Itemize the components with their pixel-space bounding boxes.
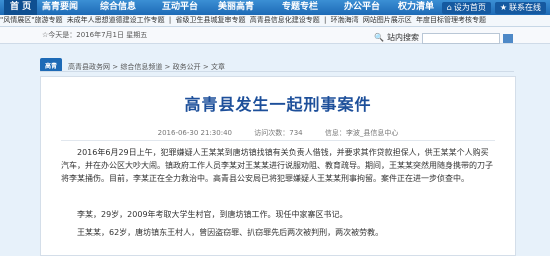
main-navigation-bar: 首 页 高青要闻 综合信息 互动平台 美丽高青 专题专栏 办公平台 权力清单 ⌂… [0, 0, 550, 15]
breadcrumb-text[interactable]: 高青县政务网 > 综合信息频道 > 政务公开 > 文章 [68, 63, 225, 71]
breadcrumb-divider [40, 71, 514, 72]
topic-link[interactable]: 年度目标管理考核专题 [416, 16, 486, 24]
search-submit-button[interactable] [503, 33, 513, 43]
contact-online-label: 联系在线 [509, 2, 541, 12]
article-date: 2016-06-30 21:30:40 [157, 129, 232, 137]
nav-item-interaction[interactable]: 互动平台 [162, 0, 198, 15]
topic-link[interactable]: 高青县信息化建设专题 [250, 16, 320, 24]
topic-link[interactable]: 未成年人思想道德建设工作专题 [67, 16, 165, 24]
topic-separator: | [323, 16, 327, 24]
nav-item-power-list[interactable]: 权力清单 [398, 0, 434, 15]
home-icon: ⌂ [446, 2, 452, 12]
nav-item-topics[interactable]: 专题专栏 [282, 0, 318, 15]
article-panel: 高青县发生一起刑事案件 2016-06-30 21:30:40 访问次数：734… [40, 76, 516, 256]
article-divider [61, 140, 495, 141]
nav-item-home[interactable]: 首 页 [4, 0, 38, 15]
contact-online-button[interactable]: ★ 联系在线 [494, 1, 546, 14]
topic-link[interactable]: 省级卫生县城复审专题 [176, 16, 246, 24]
top-right-links: ⌂ 设为首页 ★ 联系在线 [441, 0, 550, 15]
logo-text: 高青 [44, 62, 57, 70]
site-search: 🔍 站内搜索 [374, 30, 513, 46]
article-author: 信息：李波_县信息中心 [324, 129, 399, 137]
nav-item-news[interactable]: 高青要闻 [42, 0, 78, 15]
set-homepage-button[interactable]: ⌂ 设为首页 [441, 1, 491, 14]
article-paragraph-1: 2016年6月29日上午，犯罪嫌疑人王某某到唐坊镇找镇有关负责人借钱，并要求其作… [61, 148, 493, 183]
topic-link[interactable]: 环渤海湾 [331, 16, 359, 24]
topic-separator: | [168, 16, 172, 24]
current-date: ☆今天是：2016年7月1日 星期五 [42, 31, 148, 39]
topic-link[interactable]: "风情展区"旅游专题 [0, 16, 62, 24]
star-icon: ★ [499, 2, 507, 12]
article-paragraph-2: 李某，29岁，2009年考取大学生村官，到唐坊镇工作。现任中家寨区书记。 [77, 210, 348, 219]
search-input[interactable] [422, 32, 500, 44]
site-logo[interactable]: 高青 [40, 58, 62, 72]
search-icon: 🔍 [374, 33, 384, 42]
topic-link[interactable]: 网站图片展示区 [363, 16, 412, 24]
nav-item-info[interactable]: 综合信息 [100, 0, 136, 15]
site-search-label: 站内搜索 [387, 33, 419, 42]
article-title: 高青县发生一起刑事案件 [184, 95, 372, 114]
article-meta: 2016-06-30 21:30:40 访问次数：734 信息：李波_县信息中心 [41, 128, 515, 138]
date-bar: ☆今天是：2016年7月1日 星期五 🔍 站内搜索 [0, 27, 550, 44]
nav-item-office[interactable]: 办公平台 [344, 0, 380, 15]
special-topics-bar: "风情展区"旅游专题 未成年人思想道德建设工作专题 | 省级卫生县城复审专题 高… [0, 15, 550, 27]
nav-item-beautiful[interactable]: 美丽高青 [218, 0, 254, 15]
article-visits: 访问次数：734 [254, 129, 303, 137]
set-homepage-label: 设为首页 [453, 2, 486, 12]
article-paragraph-3: 王某某，62岁，唐坊镇东王村人，曾因盗窃罪、扒窃罪先后两次被判刑，两次被劳教。 [77, 228, 384, 237]
